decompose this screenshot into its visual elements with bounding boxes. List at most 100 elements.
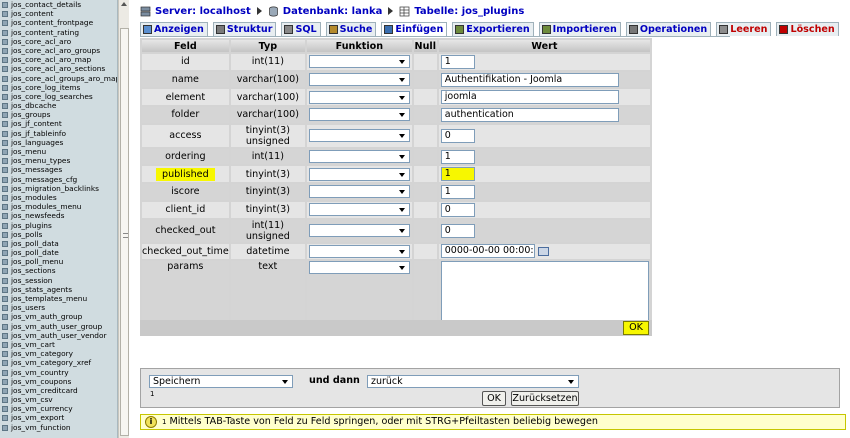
table-icon[interactable]	[2, 130, 8, 137]
table-list-label[interactable]: jos_vm_csv	[11, 395, 53, 404]
tab-einfgen[interactable]: Einfügen	[381, 22, 448, 36]
table-list-label[interactable]: jos_messages_cfg	[11, 175, 77, 184]
table-list-item[interactable]: jos_vm_function	[2, 423, 117, 432]
table-list-label[interactable]: jos_vm_cart	[11, 340, 55, 349]
table-list-label[interactable]: jos_core_log_searches	[11, 92, 93, 101]
function-select[interactable]	[308, 73, 410, 87]
tab-exportieren[interactable]: Exportieren	[452, 22, 534, 36]
table-icon[interactable]	[2, 103, 8, 110]
table-icon[interactable]	[2, 57, 8, 64]
params-textarea[interactable]	[440, 261, 649, 328]
table-list-label[interactable]: jos_messages	[11, 165, 62, 174]
sidebar-scrollbar[interactable]	[118, 0, 129, 438]
table-list-item[interactable]: jos_languages	[2, 138, 117, 147]
table-list-item[interactable]: jos_poll_data	[2, 239, 117, 248]
table-list-item[interactable]: jos_vm_currency	[2, 404, 117, 413]
function-select[interactable]	[308, 203, 410, 217]
tab-anzeigen[interactable]: Anzeigen	[140, 22, 208, 36]
table-list-label[interactable]: jos_menu	[11, 147, 46, 156]
table-icon[interactable]	[2, 406, 8, 413]
table-icon[interactable]	[2, 231, 8, 238]
table-list-item[interactable]: jos_migration_backlinks	[2, 184, 117, 193]
table-list-item[interactable]: jos_vm_category	[2, 349, 117, 358]
table-list-label[interactable]: jos_templates_menu	[11, 294, 87, 303]
table-list-label[interactable]: jos_vm_category_xref	[11, 358, 91, 367]
table-list-label[interactable]: jos_languages	[11, 138, 63, 147]
table-list-label[interactable]: jos_contact_details	[11, 0, 81, 9]
table-list-label[interactable]: jos_poll_menu	[11, 257, 63, 266]
after-action-select[interactable]: zurück	[367, 375, 579, 388]
table-list-label[interactable]: jos_vm_currency	[11, 404, 73, 413]
table-list-label[interactable]: jos_newsfeeds	[11, 211, 65, 220]
table-icon[interactable]	[2, 369, 8, 376]
table-list-item[interactable]: jos_core_acl_aro_sections	[2, 64, 117, 73]
table-icon[interactable]	[2, 93, 8, 100]
table-icon[interactable]	[2, 240, 8, 247]
breadcrumb-server[interactable]: Server: localhost	[155, 6, 251, 17]
table-list-item[interactable]: jos_content_frontpage	[2, 18, 117, 27]
table-list-item[interactable]: jos_poll_menu	[2, 257, 117, 266]
table-list-label[interactable]: jos_vm_function	[11, 423, 71, 432]
table-list-item[interactable]: jos_core_log_items	[2, 83, 117, 92]
table-list-label[interactable]: jos_plugins	[11, 221, 52, 230]
table-list-label[interactable]: jos_session	[11, 276, 52, 285]
table-icon[interactable]	[2, 250, 8, 257]
table-list-item[interactable]: jos_core_acl_groups_aro_map	[2, 74, 117, 83]
table-list-item[interactable]: jos_messages_cfg	[2, 175, 117, 184]
tab-leeren[interactable]: Leeren	[716, 22, 772, 36]
table-list-item[interactable]: jos_content	[2, 9, 117, 18]
table-list-label[interactable]: jos_core_acl_aro_groups	[11, 46, 100, 55]
table-list-label[interactable]: jos_vm_auth_group	[11, 312, 82, 321]
table-list-item[interactable]: jos_core_acl_aro_groups	[2, 46, 117, 55]
table-list-item[interactable]: jos_jf_tableinfo	[2, 129, 117, 138]
table-icon[interactable]	[2, 351, 8, 358]
function-select[interactable]	[308, 185, 410, 199]
table-icon[interactable]	[2, 213, 8, 220]
value-input[interactable]: authentication	[440, 107, 619, 122]
table-list-item[interactable]: jos_sections	[2, 266, 117, 275]
table-list-label[interactable]: jos_vm_auth_user_vendor	[11, 331, 107, 340]
breadcrumb-table[interactable]: Tabelle: jos_plugins	[414, 6, 524, 17]
table-icon[interactable]	[2, 415, 8, 422]
table-icon[interactable]	[2, 176, 8, 183]
function-select[interactable]	[308, 261, 410, 275]
table-icon[interactable]	[2, 314, 8, 321]
table-list-item[interactable]: jos_messages	[2, 165, 117, 174]
ok-button[interactable]: OK	[623, 321, 649, 335]
table-icon[interactable]	[2, 296, 8, 302]
table-icon[interactable]	[2, 259, 8, 266]
table-list-label[interactable]: jos_vm_coupons	[11, 377, 71, 386]
table-icon[interactable]	[2, 2, 8, 8]
function-select[interactable]	[308, 244, 410, 258]
save-mode-select[interactable]: Speichern	[149, 375, 293, 388]
calendar-icon[interactable]	[537, 246, 549, 256]
table-icon[interactable]	[2, 222, 8, 229]
table-list-item[interactable]: jos_plugins	[2, 221, 117, 230]
table-icon[interactable]	[2, 84, 8, 91]
function-select[interactable]	[308, 129, 410, 143]
table-list-label[interactable]: jos_modules_menu	[11, 202, 81, 211]
table-list-item[interactable]: jos_modules_menu	[2, 202, 117, 211]
table-list-item[interactable]: jos_stats_agents	[2, 285, 117, 294]
tab-suche[interactable]: Suche	[325, 22, 377, 36]
table-list-item[interactable]: jos_session	[2, 276, 117, 285]
table-list-item[interactable]: jos_jf_content	[2, 119, 117, 128]
table-list-item[interactable]: jos_menu_types	[2, 156, 117, 165]
function-select[interactable]	[308, 150, 410, 164]
table-icon[interactable]	[2, 424, 8, 431]
breadcrumb-database[interactable]: Datenbank: lanka	[283, 6, 383, 17]
table-list-label[interactable]: jos_vm_export	[11, 413, 64, 422]
table-list-label[interactable]: jos_groups	[11, 110, 50, 119]
table-list-item[interactable]: jos_content_rating	[2, 28, 117, 37]
tab-importieren[interactable]: Importieren	[538, 22, 621, 36]
table-icon[interactable]	[2, 397, 8, 404]
table-list-label[interactable]: jos_modules	[11, 193, 57, 202]
table-icon[interactable]	[2, 323, 8, 330]
table-icon[interactable]	[2, 185, 8, 192]
table-list-item[interactable]: jos_vm_auth_user_vendor	[2, 331, 117, 340]
table-list-label[interactable]: jos_jf_tableinfo	[11, 129, 66, 138]
table-icon[interactable]	[2, 47, 8, 54]
table-icon[interactable]	[2, 38, 8, 45]
table-icon[interactable]	[2, 29, 8, 36]
table-list-item[interactable]: jos_vm_auth_group	[2, 312, 117, 321]
